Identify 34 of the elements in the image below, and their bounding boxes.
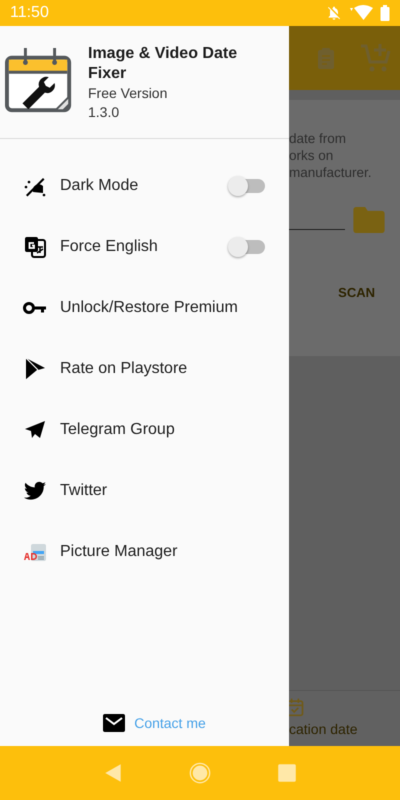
mail-icon — [103, 714, 126, 732]
status-time: 11:50 — [10, 4, 49, 22]
drawer-item[interactable]: Telegram Group — [0, 399, 289, 460]
calendar-check-icon — [289, 697, 305, 717]
drawer-item[interactable]: Force English — [0, 216, 289, 277]
toggle-switch[interactable] — [231, 178, 265, 192]
drawer-item[interactable]: Dark Mode — [0, 155, 289, 216]
drawer-item[interactable]: Picture Manager — [0, 521, 289, 582]
drawer-item[interactable]: Rate on Playstore — [0, 338, 289, 399]
wifi-icon — [348, 5, 374, 21]
folder-icon[interactable] — [353, 207, 385, 233]
drawer-item-label: Twitter — [60, 482, 108, 500]
bell-off-icon — [326, 5, 342, 21]
cart-add-icon — [360, 42, 392, 74]
translate-icon — [23, 234, 47, 258]
description-line: date from — [289, 130, 348, 147]
battery-icon — [380, 5, 390, 21]
version-label: 1.3.0 — [88, 103, 120, 122]
app-name: Image & Video Date Fixer — [88, 44, 238, 84]
description-line: manufacturer. — [289, 164, 373, 181]
drawer-item-label: Picture Manager — [60, 542, 178, 560]
drawer-item-label: Telegram Group — [60, 420, 176, 438]
home-icon[interactable] — [188, 762, 211, 784]
drawer-item-label: Rate on Playstore — [60, 360, 188, 378]
recents-icon[interactable] — [276, 762, 298, 784]
drawer-item-label: Dark Mode — [60, 176, 140, 194]
description-line: orks on — [289, 147, 334, 164]
drawer-item[interactable]: Unlock/Restore Premium — [0, 277, 289, 338]
drawer-item-label: Unlock/Restore Premium — [60, 298, 239, 316]
drawer-item[interactable]: Twitter — [0, 460, 289, 521]
play-store-icon — [23, 356, 47, 380]
toggle-switch[interactable] — [231, 240, 265, 254]
drawer-item-label: Force English — [60, 238, 159, 256]
edition-label: Free Version — [88, 84, 168, 103]
